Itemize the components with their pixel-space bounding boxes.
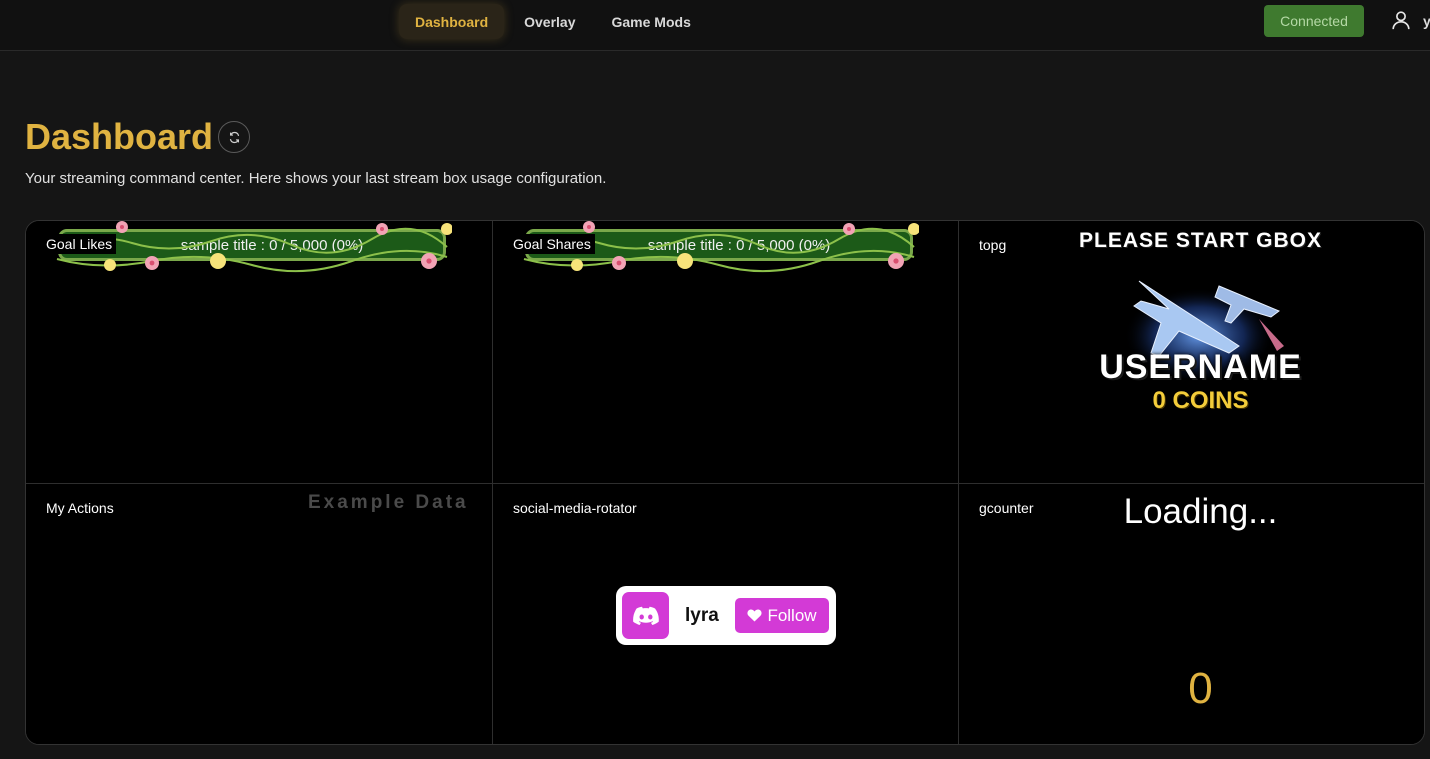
social-username: lyra <box>685 604 719 626</box>
widget-topg[interactable]: topg PLEASE START GBOX USERNAME 0 COINS <box>959 221 1424 483</box>
widget-my-actions[interactable]: My Actions Example Data <box>26 484 492 744</box>
goal-progress-bar: sample title : 0 / 5,000 (0%) <box>58 229 446 261</box>
topg-status-text: PLEASE START GBOX <box>1079 229 1322 252</box>
gcounter-value: 0 <box>1188 664 1213 713</box>
widget-gcounter[interactable]: gcounter Loading... 0 <box>959 484 1424 744</box>
refresh-button[interactable] <box>218 121 250 153</box>
widget-grid: sample title : 0 / 5,000 (0%) Goal Likes… <box>25 220 1425 745</box>
discord-icon <box>622 592 669 639</box>
follow-button[interactable]: Follow <box>735 598 829 633</box>
widget-label: gcounter <box>979 500 1034 516</box>
goal-bar-text: sample title : 0 / 5,000 (0%) <box>180 236 364 254</box>
social-card: lyra Follow <box>616 586 836 645</box>
widget-label: Goal Likes <box>42 234 117 254</box>
heart-icon <box>747 609 762 622</box>
grid-divider <box>26 483 1424 484</box>
user-icon[interactable] <box>1390 9 1412 31</box>
connection-status-button[interactable]: Connected <box>1264 5 1364 37</box>
follow-label: Follow <box>767 605 817 625</box>
widget-label: My Actions <box>46 500 114 516</box>
widget-label: topg <box>979 237 1007 253</box>
page-title: Dashboard <box>25 116 214 157</box>
refresh-icon <box>229 131 239 143</box>
user-name[interactable]: y <box>1423 13 1430 29</box>
tab-overlay[interactable]: Overlay <box>508 4 591 39</box>
tab-game-mods[interactable]: Game Mods <box>596 4 707 39</box>
example-data-watermark: Example Data <box>308 492 469 513</box>
widget-label: Goal Shares <box>509 234 595 254</box>
goal-bar-text: sample title : 0 / 5,000 (0%) <box>647 236 831 254</box>
widget-social-media-rotator[interactable]: social-media-rotator lyra Follow <box>493 484 958 744</box>
tab-dashboard[interactable]: Dashboard <box>399 4 505 39</box>
top-navbar: Dashboard Overlay Game Mods Connected y <box>0 0 1430 51</box>
topg-coins: 0 COINS <box>1152 387 1249 414</box>
widget-goal-shares[interactable]: sample title : 0 / 5,000 (0%) Goal Share… <box>493 221 958 483</box>
main-nav: Dashboard Overlay Game Mods <box>399 4 707 39</box>
topg-username: USERNAME <box>1099 348 1302 386</box>
widget-goal-likes[interactable]: sample title : 0 / 5,000 (0%) Goal Likes <box>26 221 492 483</box>
widget-label: social-media-rotator <box>513 500 637 516</box>
page-subtitle: Your streaming command center. Here show… <box>25 170 607 187</box>
